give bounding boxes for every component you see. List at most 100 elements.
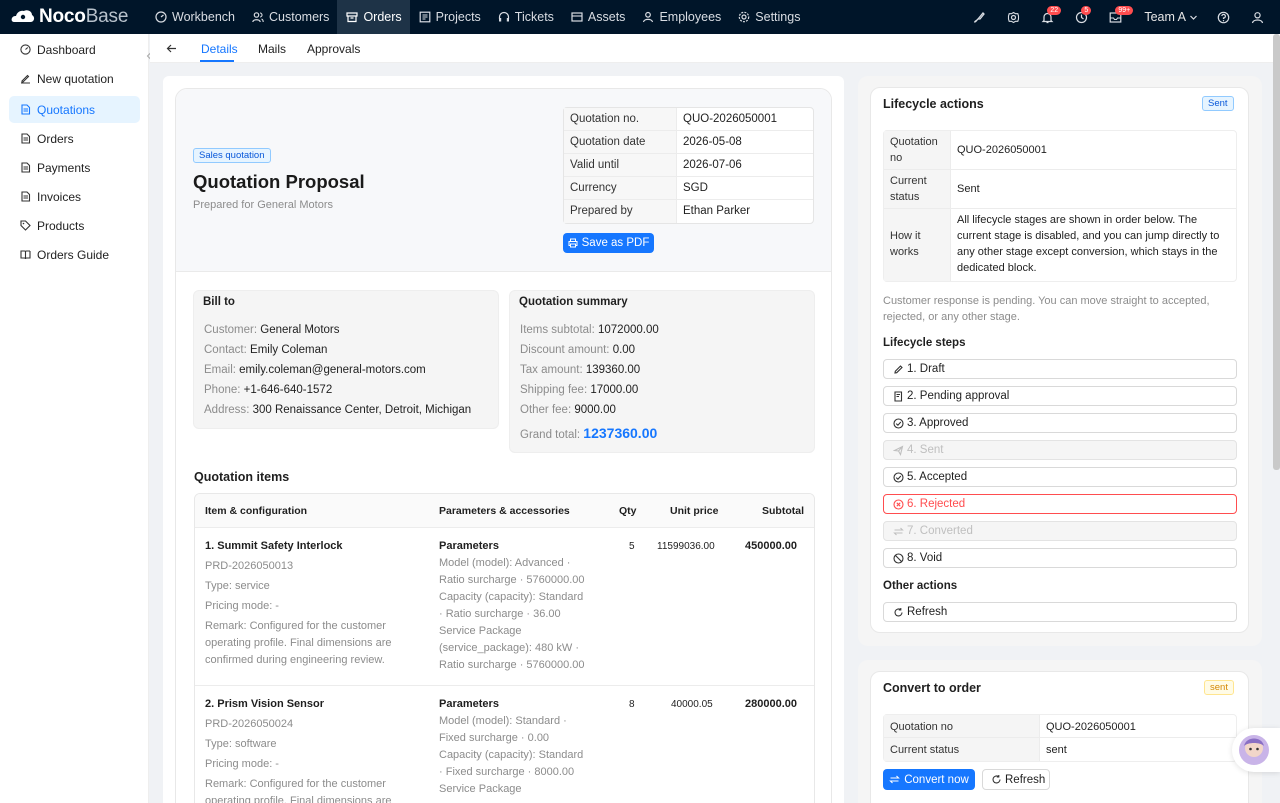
bill-to-customer: Customer: General Motors (204, 324, 340, 336)
nav-settings[interactable]: Settings (729, 0, 808, 34)
table-row: 1. Summit Safety Interlock PRD-202605001… (195, 528, 814, 686)
inbox-button[interactable]: 99+ (1098, 0, 1134, 34)
meta-label: Valid until (564, 154, 677, 176)
sidebar-item-payments[interactable]: Payments (9, 154, 140, 181)
theme-button[interactable] (962, 0, 996, 34)
parameter-line: Ratio surcharge · 5760000.00 (439, 574, 585, 586)
parameter-line: (service_package): 480 kW · (439, 642, 579, 654)
document-title: Quotation Proposal (193, 171, 365, 192)
item-unit-price: 11599036.00 (657, 541, 715, 552)
notifications-button[interactable]: 22 (1030, 0, 1064, 34)
settings-button[interactable] (996, 0, 1030, 34)
lifecycle-steps-title: Lifecycle steps (883, 337, 966, 349)
nav-assets[interactable]: Assets (562, 0, 634, 34)
convert-now-button[interactable]: Convert now (883, 769, 975, 790)
meta-row: Quotation no. QUO-2026050001 (564, 108, 813, 131)
status-badge: sent (1204, 680, 1234, 695)
parameter-line: · Fixed surcharge · 8000.00 (439, 766, 575, 778)
meta-value: 2026-05-08 (683, 136, 742, 148)
edit-icon (894, 364, 903, 374)
info-value: QUO-2026050001 (957, 144, 1047, 156)
sidebar-item-quotations[interactable]: Quotations (9, 96, 140, 123)
parameter-line: Model (model): Standard · (439, 715, 567, 727)
info-label: Quotation no (884, 131, 951, 169)
step-draft-button[interactable]: 1. Draft (883, 359, 1237, 379)
parameter-line: · Ratio surcharge · 36.00 (439, 608, 561, 620)
ai-assistant-button[interactable] (1232, 728, 1280, 772)
meta-label: Prepared by (564, 200, 677, 223)
nocobase-logo[interactable]: NocoBase (11, 0, 146, 34)
item-qty: 5 (629, 541, 635, 552)
gear-icon (1007, 11, 1019, 23)
quotation-items-title: Quotation items (194, 470, 290, 484)
step-accepted-button[interactable]: 5. Accepted (883, 467, 1237, 487)
info-row: Current status Sent (884, 170, 1236, 209)
meta-label: Currency (564, 177, 677, 199)
sidebar-item-invoices[interactable]: Invoices (9, 183, 140, 210)
column-header: Subtotal (762, 505, 804, 517)
user-menu-button[interactable] (1240, 0, 1274, 34)
refresh-button[interactable]: Refresh (883, 602, 1237, 622)
tasks-button[interactable]: 5 (1064, 0, 1098, 34)
column-header: Parameters & accessories (439, 505, 570, 517)
info-value: All lifecycle stages are shown in order … (957, 214, 1220, 274)
item-unit-price: 40000.05 (671, 699, 713, 710)
tab-mails[interactable]: Mails (258, 42, 286, 56)
sidebar-item-dashboard[interactable]: Dashboard (9, 36, 140, 63)
orders-icon (346, 12, 359, 23)
sidebar-item-new-quotation[interactable]: New quotation (9, 65, 140, 92)
info-row: Current status sent (884, 738, 1236, 761)
step-approved-button[interactable]: 3. Approved (883, 413, 1237, 433)
lifecycle-info-table: Quotation no QUO-2026050001 Current stat… (883, 130, 1237, 282)
tab-approvals[interactable]: Approvals (307, 42, 360, 56)
step-rejected-button[interactable]: 6. Rejected (883, 494, 1237, 514)
bill-to-contact: Contact: Emily Coleman (204, 344, 328, 356)
help-button[interactable] (1206, 0, 1240, 34)
document-subtitle: Prepared for General Motors (193, 199, 334, 211)
back-button[interactable] (166, 43, 177, 54)
meta-label: Quotation date (564, 131, 677, 153)
swap-icon (893, 527, 904, 535)
team-switcher[interactable]: Team A (1132, 10, 1206, 24)
step-pending-approval-button[interactable]: 2. Pending approval (883, 386, 1237, 406)
nav-tickets[interactable]: Tickets (489, 0, 562, 34)
sidebar: Dashboard New quotation Quotations Order… (0, 34, 149, 803)
sidebar-item-orders-guide[interactable]: Orders Guide (9, 241, 140, 268)
summary-discount: Discount amount: 0.00 (520, 344, 636, 356)
step-converted-button[interactable]: 7. Converted (883, 521, 1237, 541)
send-icon (893, 444, 904, 456)
parameter-line: Service Package (439, 625, 522, 637)
quotation-items-table: Item & configuration Parameters & access… (194, 493, 815, 803)
nav-employees[interactable]: Employees (633, 0, 729, 34)
nav-projects[interactable]: Projects (410, 0, 489, 34)
step-void-button[interactable]: 8. Void (883, 548, 1237, 568)
bill-to-title: Bill to (203, 296, 235, 308)
tickets-icon (498, 11, 509, 22)
step-sent-button[interactable]: 4. Sent (883, 440, 1237, 460)
settings-icon (738, 11, 750, 23)
item-pricing-mode: Pricing mode: - (205, 600, 279, 612)
nav-orders[interactable]: Orders (337, 0, 410, 34)
page-tabs-bar: Details Mails Approvals (150, 34, 1280, 63)
sidebar-item-orders[interactable]: Orders (9, 125, 140, 152)
assets-icon (571, 12, 583, 22)
bill-to-email: Email: emily.coleman@general-motors.com (204, 364, 426, 376)
column-header: Qty (619, 505, 637, 517)
bill-to-phone: Phone: +1-646-640-1572 (204, 384, 333, 396)
printer-icon (568, 238, 578, 248)
page-scrollbar[interactable] (1273, 34, 1280, 470)
nav-workbench[interactable]: Workbench (146, 0, 243, 34)
column-header: Unit price (670, 505, 719, 517)
save-as-pdf-button[interactable]: Save as PDF (563, 233, 654, 253)
item-remark: Remark: Configured for the customer (205, 778, 386, 790)
arrow-left-icon (166, 44, 176, 53)
nav-customers[interactable]: Customers (243, 0, 337, 34)
convert-refresh-button[interactable]: Refresh (982, 769, 1050, 790)
sidebar-item-products[interactable]: Products (9, 212, 140, 239)
item-type: Type: software (205, 738, 277, 750)
tab-details[interactable]: Details (201, 42, 238, 56)
column-header: Item & configuration (205, 505, 308, 517)
book-icon (20, 250, 31, 260)
edit-icon (21, 74, 30, 84)
parameter-line: Ratio surcharge · 5760000.00 (439, 659, 585, 671)
